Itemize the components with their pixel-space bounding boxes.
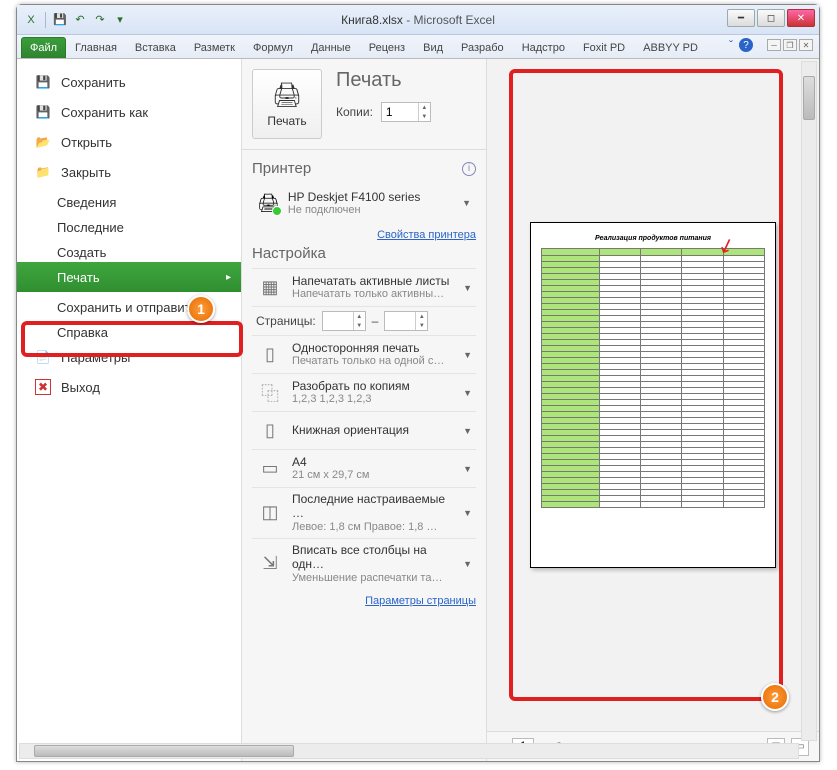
annotation-callout-1: 1 [187,295,215,323]
margins-icon: ◫ [256,502,284,523]
settings-section-title: Настройка [252,245,326,262]
tab-foxit[interactable]: Foxit PD [574,37,634,58]
tab-abbyy[interactable]: ABBYY PD [634,37,707,58]
copies-label: Копии: [336,105,373,119]
chevron-down-icon: ▼ [463,283,472,293]
printer-section-title: Принтер [252,160,311,177]
pages-to-input[interactable]: ▲▼ [384,311,428,331]
orientation-icon: ▯ [256,420,284,441]
nav-new[interactable]: Создать [17,237,241,262]
tab-file[interactable]: Файл [21,37,66,58]
exit-icon: ✖ [35,379,51,395]
page-setup-link[interactable]: Параметры страницы [365,595,476,607]
printer-info-icon[interactable]: i [462,162,476,176]
preview-table: /*rows generated below*/ [541,248,765,508]
maximize-button[interactable]: ◻ [757,9,785,27]
nav-print[interactable]: Печать [17,262,241,292]
minimize-ribbon-icon[interactable]: ˇ [729,38,733,52]
opt-sides[interactable]: ▯ Односторонняя печатьПечатать только на… [252,335,476,373]
chevron-down-icon: ▼ [463,464,472,474]
window-title: Книга8.xlsx - Microsoft Excel [341,13,495,27]
nav-open[interactable]: 📂Открыть [17,127,241,157]
paper-icon: ▭ [256,458,284,479]
copies-input[interactable] [382,105,418,119]
save-icon: 💾 [35,74,51,90]
nav-close[interactable]: 📁Закрыть [17,157,241,187]
mdi-close-icon[interactable]: ✕ [799,39,813,51]
quick-access-toolbar: X 💾 ↶ ↷ ▾ [17,12,134,28]
annotation-callout-2: 2 [761,683,789,711]
tab-layout[interactable]: Разметк [185,37,244,58]
chevron-down-icon: ▼ [463,559,472,569]
tab-home[interactable]: Главная [66,37,126,58]
nav-recent[interactable]: Последние [17,212,241,237]
tab-formulas[interactable]: Формул [244,37,302,58]
print-title: Печать [336,69,476,92]
pages-from-input[interactable]: ▲▼ [322,311,366,331]
chevron-down-icon: ▼ [463,508,472,518]
printer-selector[interactable]: 🖨 HP Deskjet F4100 series Не подключен ▼ [252,183,476,223]
opt-scaling[interactable]: ⇲ Вписать все столбцы на одн…Уменьшение … [252,538,476,589]
close-button[interactable]: ✕ [787,9,815,27]
opt-print-what[interactable]: ▦ Напечатать активные листыНапечатать то… [252,268,476,306]
chevron-down-icon: ▼ [463,350,472,360]
sheets-icon: ▦ [256,277,284,298]
excel-icon: X [23,12,39,28]
preview-page: ↙ Реализация продуктов питания /*rows ge… [530,222,776,568]
vertical-scrollbar[interactable] [801,61,817,741]
tab-review[interactable]: Реценз [360,37,414,58]
printer-icon: 🖨 [272,81,302,110]
annotation-frame-nav-print [21,321,243,357]
copies-up-icon[interactable]: ▲ [418,103,430,112]
tab-insert[interactable]: Вставка [126,37,185,58]
printer-device-icon: 🖨 [257,193,280,214]
saveas-icon: 💾 [35,104,51,120]
minimize-button[interactable]: ━ [727,9,755,27]
tab-view[interactable]: Вид [414,37,452,58]
chevron-down-icon: ▼ [462,198,471,208]
opt-margins[interactable]: ◫ Последние настраиваемые …Левое: 1,8 см… [252,487,476,538]
opt-orientation[interactable]: ▯ Книжная ориентация ▼ [252,411,476,449]
horizontal-scrollbar[interactable] [19,743,799,759]
print-preview-panel: ↙ Реализация продуктов питания /*rows ge… [487,59,819,761]
nav-save[interactable]: 💾Сохранить [17,67,241,97]
printer-properties-link[interactable]: Свойства принтера [377,229,476,241]
mdi-restore-icon[interactable]: ❐ [783,39,797,51]
help-icon[interactable]: ? [739,38,753,52]
tab-data[interactable]: Данные [302,37,360,58]
print-button[interactable]: 🖨 Печать [252,69,322,139]
close-folder-icon: 📁 [35,164,51,180]
opt-collate[interactable]: ⿻ Разобрать по копиям1,2,3 1,2,3 1,2,3 ▼ [252,373,476,411]
chevron-down-icon: ▼ [463,426,472,436]
collate-icon: ⿻ [256,380,284,406]
print-settings-panel: 🖨 Печать Печать Копии: ▲▼ Принтерi [241,59,487,761]
copies-stepper[interactable]: ▲▼ [381,102,431,122]
undo-icon[interactable]: ↶ [72,12,88,28]
page-side-icon: ▯ [256,344,284,365]
titlebar: X 💾 ↶ ↷ ▾ Книга8.xlsx - Microsoft Excel … [17,5,819,35]
qat-dropdown-icon[interactable]: ▾ [112,12,128,28]
mdi-minimize-icon[interactable]: ─ [767,39,781,51]
opt-paper-size[interactable]: ▭ A421 см x 29,7 см ▼ [252,449,476,487]
open-icon: 📂 [35,134,51,150]
ribbon-tabs: Файл Главная Вставка Разметк Формул Данн… [17,35,819,59]
backstage-nav: 💾Сохранить 💾Сохранить как 📂Открыть 📁Закр… [17,59,241,761]
fit-icon: ⇲ [256,553,284,574]
nav-exit[interactable]: ✖Выход [17,372,241,402]
nav-info[interactable]: Сведения [17,187,241,212]
nav-saveas[interactable]: 💾Сохранить как [17,97,241,127]
tab-developer[interactable]: Разрабо [452,37,513,58]
tab-addins[interactable]: Надстро [513,37,574,58]
chevron-down-icon: ▼ [463,388,472,398]
copies-down-icon[interactable]: ▼ [418,112,430,121]
redo-icon[interactable]: ↷ [92,12,108,28]
save-icon[interactable]: 💾 [52,12,68,28]
pages-range: Страницы: ▲▼ – ▲▼ [252,306,476,335]
